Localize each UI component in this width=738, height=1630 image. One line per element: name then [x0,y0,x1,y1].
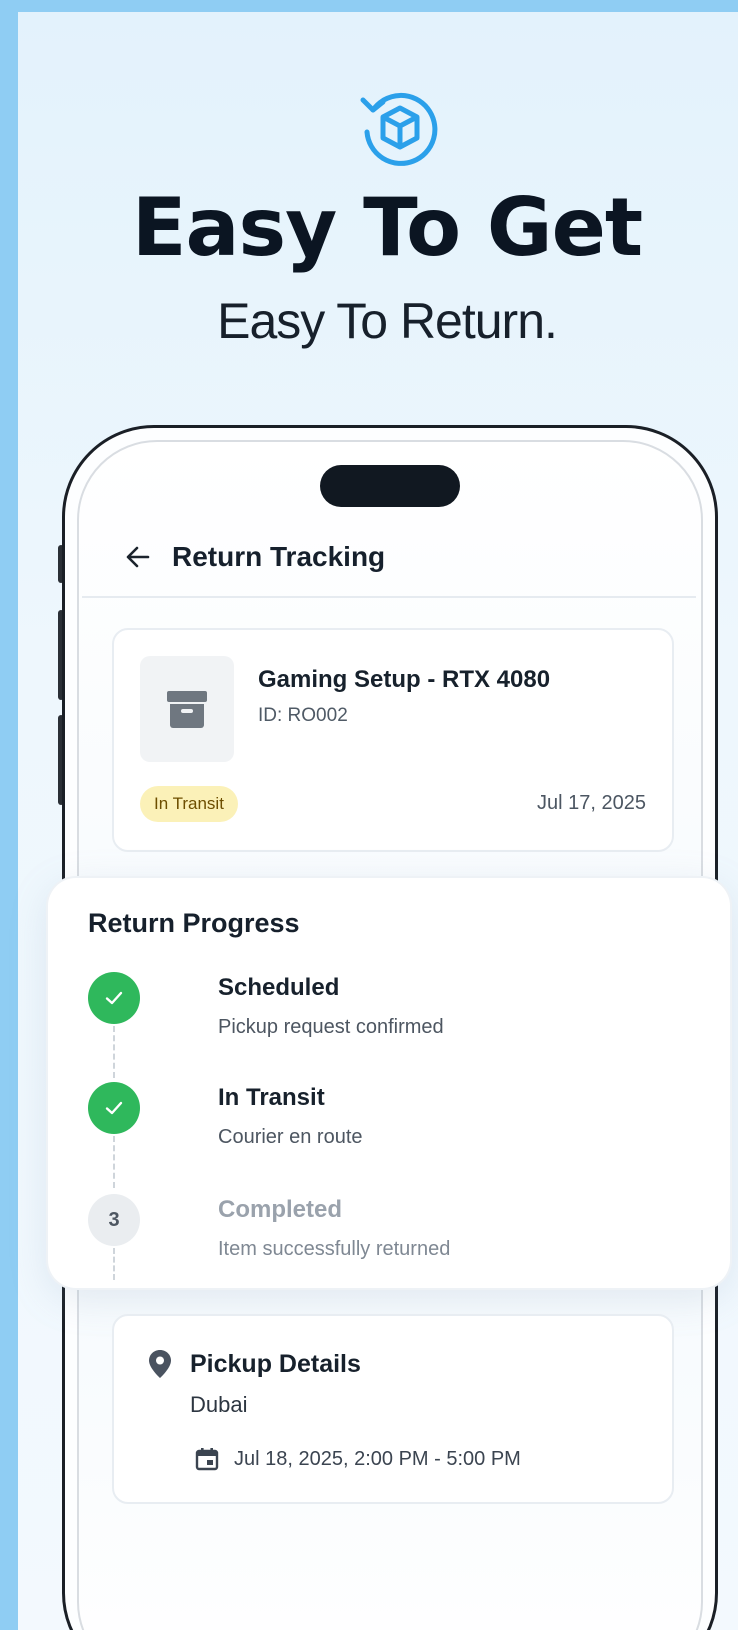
step-status-dot [88,972,140,1024]
return-progress-card: Return Progress Scheduled Pickup request… [48,878,730,1288]
status-badge: In Transit [140,786,238,822]
step-status-dot [88,1082,140,1134]
item-id: ID: RO002 [258,705,348,726]
hero-subtitle: Easy To Return. [217,293,558,349]
check-icon [105,1101,123,1115]
back-button[interactable] [118,537,158,577]
progress-title: Return Progress [88,908,300,938]
pickup-city: Dubai [190,1392,248,1417]
dynamic-island [320,465,460,507]
step-number-dot: 3 [88,1194,140,1246]
archive-box-icon [167,691,207,728]
step-description: Courier en route [218,1126,363,1148]
item-date: Jul 17, 2025 [537,792,646,814]
return-item-card[interactable]: Gaming Setup - RTX 4080 ID: RO002 In Tra… [112,628,674,852]
progress-step-scheduled: Scheduled Pickup request confirmed [88,972,648,1062]
app-header: Return Tracking [82,518,696,598]
progress-step-in-transit: In Transit Courier en route [88,1082,648,1172]
pickup-details-card: Pickup Details Dubai Jul 18, 2025, 2:00 … [112,1314,674,1504]
pickup-time-window: Jul 18, 2025, 2:00 PM - 5:00 PM [234,1448,521,1470]
step-description: Pickup request confirmed [218,1016,444,1038]
check-icon [105,991,123,1005]
step-title: Completed [218,1196,343,1223]
step-title: In Transit [218,1084,325,1111]
item-thumbnail [140,656,234,762]
item-name: Gaming Setup - RTX 4080 [258,666,551,693]
page-title: Return Tracking [172,541,386,572]
box-return-icon [360,92,438,166]
location-pin-icon [149,1350,171,1378]
step-description: Item successfully returned [218,1238,451,1260]
hero-title: Easy To Get [131,181,643,274]
calendar-icon [195,1448,219,1471]
arrow-left-icon [126,546,150,568]
step-title: Scheduled [218,974,340,1001]
pickup-title: Pickup Details [190,1350,361,1378]
progress-step-completed: 3 Completed Item successfully returned [88,1194,648,1284]
